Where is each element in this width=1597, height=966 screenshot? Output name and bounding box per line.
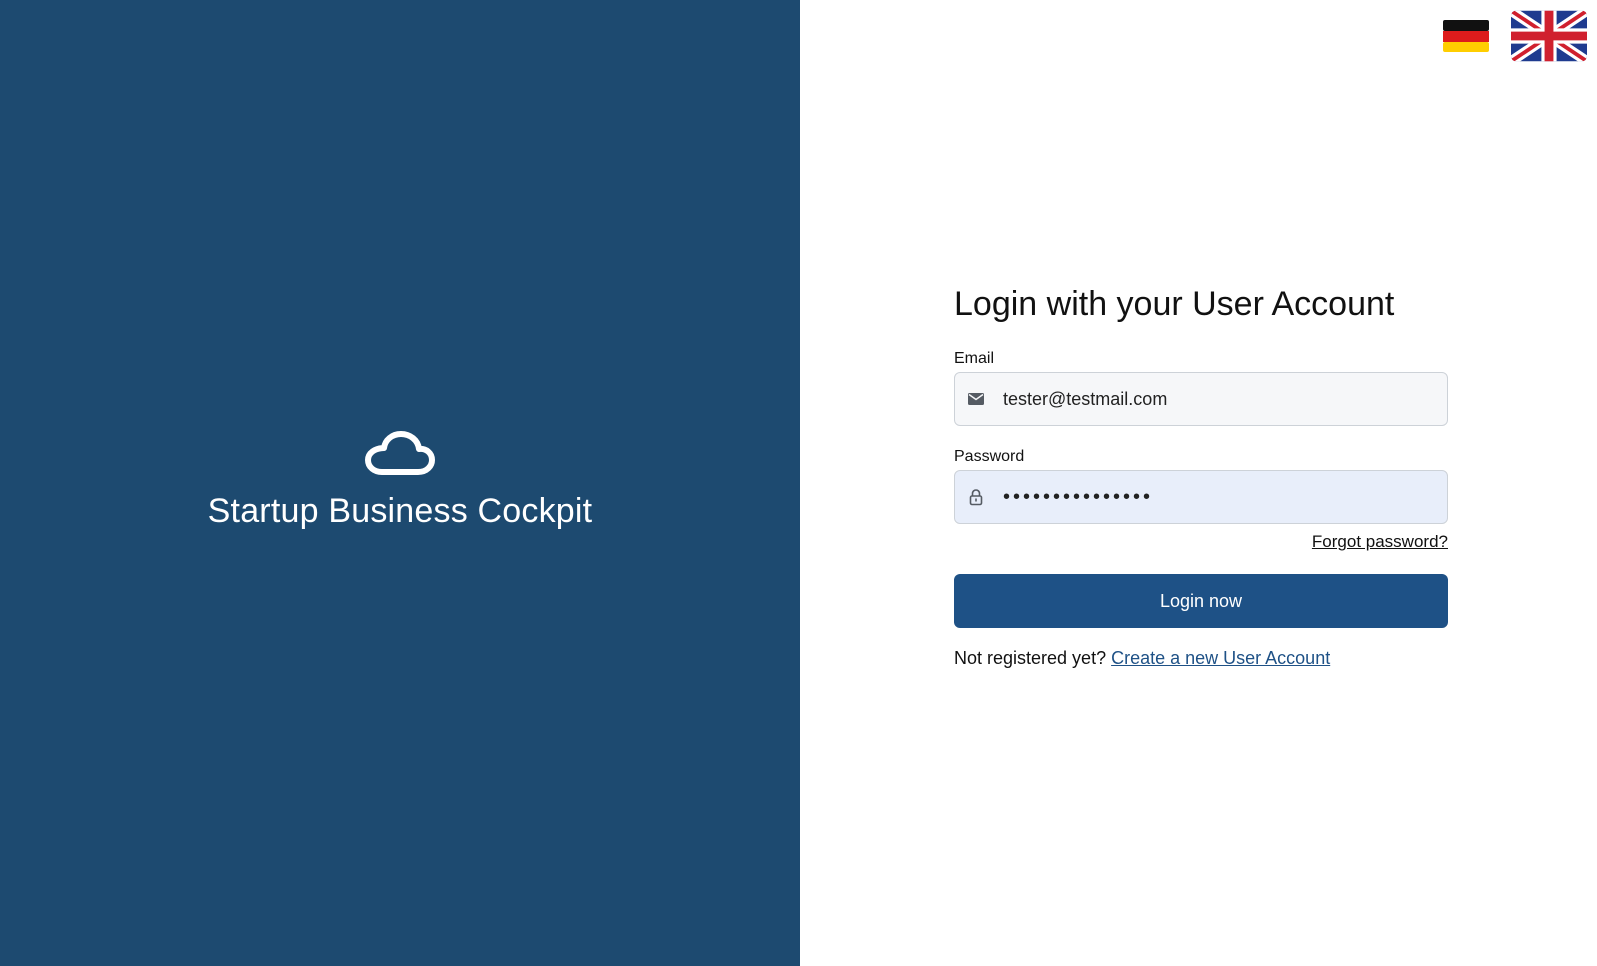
brand-block: Startup Business Cockpit <box>0 430 800 531</box>
brand-panel: Startup Business Cockpit <box>0 0 800 966</box>
register-prompt: Not registered yet? <box>954 648 1107 668</box>
app-name: Startup Business Cockpit <box>207 492 593 530</box>
form-title: Login with your User Account <box>954 285 1395 323</box>
create-account-link[interactable]: Create a new User Account <box>1111 648 1330 668</box>
login-page: Startup Business Cockpit Login with your… <box>0 0 1597 966</box>
password-label: Password <box>954 448 1025 465</box>
email-field-wrapper <box>954 372 1448 426</box>
language-switcher <box>1443 8 1587 64</box>
forgot-password-link[interactable]: Forgot password? <box>1312 532 1448 551</box>
envelope-icon <box>968 393 984 405</box>
german-flag-icon[interactable] <box>1443 19 1489 53</box>
password-field-wrapper <box>954 470 1448 524</box>
uk-flag-icon[interactable] <box>1511 8 1587 64</box>
email-label: Email <box>954 350 995 367</box>
password-input[interactable] <box>1003 471 1433 523</box>
login-button[interactable]: Login now <box>954 574 1448 628</box>
lock-icon <box>969 489 983 506</box>
login-form: Login with your User Account Email Passw… <box>954 282 1448 669</box>
register-row: Not registered yet? Create a new User Ac… <box>954 648 1448 669</box>
cloud-icon <box>365 431 435 475</box>
forgot-password-row: Forgot password? <box>954 532 1448 554</box>
email-input[interactable] <box>1003 373 1433 425</box>
